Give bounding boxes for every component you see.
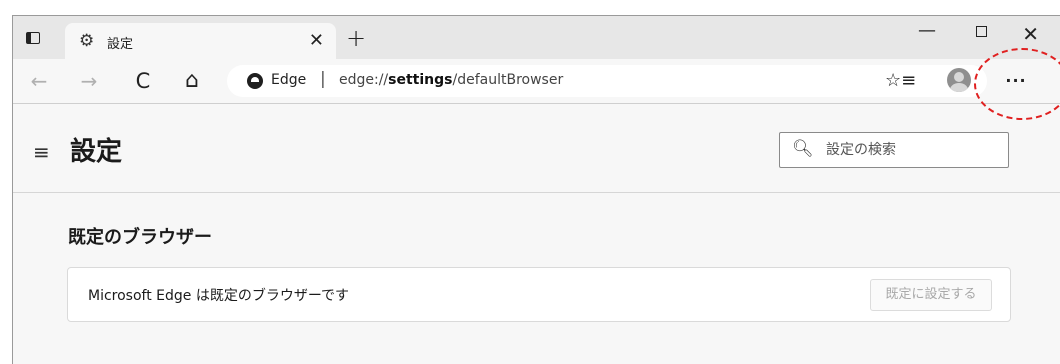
- forward-icon[interactable]: →: [75, 67, 103, 95]
- section-title: 既定のブラウザー: [68, 227, 212, 248]
- toolbar: ← → C ⌂ Edge | edge://settings/defaultBr…: [13, 59, 1060, 103]
- url-suffix: /defaultBrowser: [452, 72, 564, 88]
- browser-window: ⚙ 設定 ✕ + — ✕ ← → C ⌂ Edge | edge://setti…: [12, 15, 1060, 364]
- refresh-icon[interactable]: C: [129, 67, 157, 95]
- minimize-icon[interactable]: —: [918, 20, 936, 41]
- edge-logo-icon: [247, 73, 263, 89]
- default-browser-status: Microsoft Edge は既定のブラウザーです: [88, 288, 350, 304]
- site-label: Edge: [271, 72, 307, 88]
- favorites-icon[interactable]: ☆≡: [885, 67, 916, 95]
- url-text[interactable]: edge://settings/defaultBrowser: [339, 72, 563, 88]
- url-prefix: edge://: [339, 72, 389, 88]
- address-separator: |: [320, 69, 326, 89]
- annotation-circle: [974, 48, 1060, 120]
- settings-search[interactable]: 🔍︎: [779, 132, 1009, 168]
- search-icon: 🔍︎: [792, 139, 814, 159]
- gear-icon: ⚙: [79, 31, 95, 51]
- tab-title: 設定: [107, 37, 134, 52]
- maximize-icon[interactable]: [976, 26, 987, 37]
- tab-settings[interactable]: ⚙ 設定 ✕: [65, 23, 336, 59]
- search-input[interactable]: [826, 139, 996, 161]
- home-icon[interactable]: ⌂: [178, 67, 206, 95]
- menu-icon[interactable]: ≡: [33, 140, 50, 164]
- tab-actions-icon[interactable]: [23, 28, 45, 50]
- set-default-button[interactable]: 既定に設定する: [870, 279, 992, 311]
- back-icon[interactable]: ←: [25, 67, 53, 95]
- default-browser-card: Microsoft Edge は既定のブラウザーです 既定に設定する: [67, 267, 1011, 322]
- url-bold: settings: [388, 72, 453, 88]
- tab-strip: ⚙ 設定 ✕ + — ✕: [13, 16, 1060, 59]
- address-bar[interactable]: Edge | edge://settings/defaultBrowser ☆: [227, 65, 987, 97]
- tab-close-icon[interactable]: ✕: [309, 30, 324, 51]
- new-tab-icon[interactable]: +: [346, 24, 366, 52]
- profile-avatar[interactable]: [947, 68, 971, 92]
- page-title: 設定: [70, 137, 123, 167]
- window-close-icon[interactable]: ✕: [1022, 22, 1039, 46]
- settings-header: ≡ 設定 🔍︎: [13, 104, 1060, 193]
